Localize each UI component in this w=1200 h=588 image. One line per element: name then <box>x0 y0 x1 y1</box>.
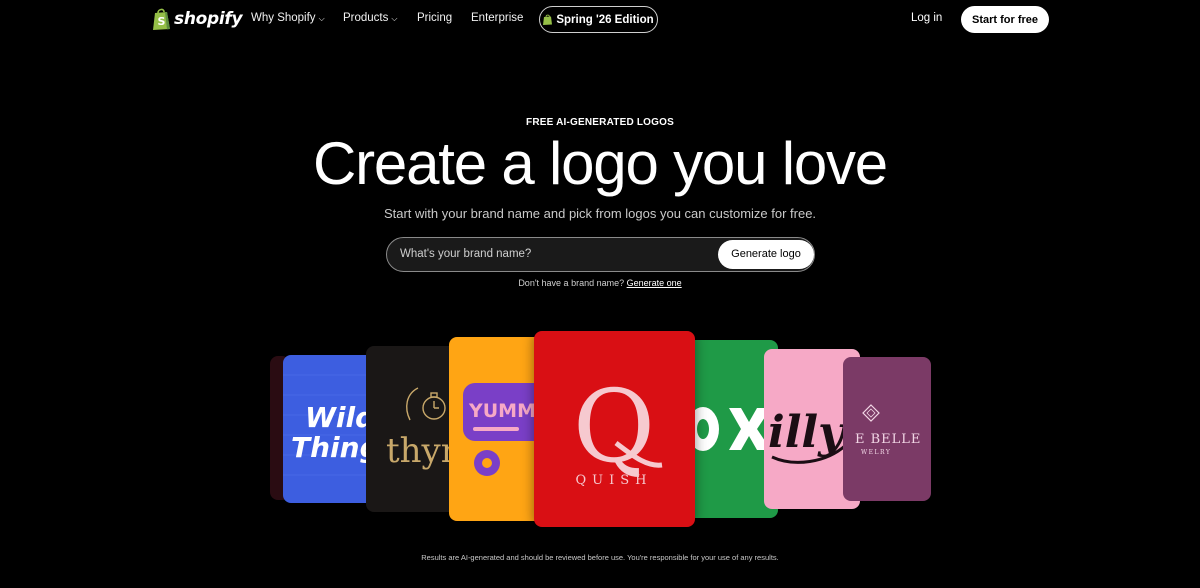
nav-products-label: Products <box>343 12 389 24</box>
things-text: Things <box>291 431 375 464</box>
logo-card-yummy[interactable]: YUMMY <box>449 337 545 521</box>
logo-card-quish[interactable]: Q QUISH <box>534 331 695 527</box>
top-nav: S shopify Why Shopify ⌵ Products ⌵ Prici… <box>0 0 1200 38</box>
nav-why-shopify[interactable]: Why Shopify ⌵ <box>251 12 325 24</box>
chevron-down-icon: ⌵ <box>391 14 398 23</box>
belle-text: E BELLE <box>855 432 921 447</box>
edition-label: Spring '26 Edition <box>556 13 654 26</box>
thyme-logo: thyme <box>386 387 462 471</box>
quish-letter: Q <box>573 368 655 485</box>
generate-one-link[interactable]: Generate one <box>627 278 682 288</box>
logo-card-wild-things[interactable]: Wild Things <box>283 355 375 503</box>
nav-enterprise[interactable]: Enterprise <box>471 12 523 24</box>
quish-logo: Q QUISH <box>573 368 663 488</box>
shopify-bag-icon <box>543 14 553 25</box>
helper-text: Don't have a brand name? Generate one <box>0 278 1200 288</box>
shopify-logo[interactable]: S shopify <box>152 7 243 31</box>
yummy-logo: YUMMY <box>463 383 545 476</box>
start-for-free-button[interactable]: Start for free <box>961 6 1049 33</box>
wild-text: Wild <box>305 401 375 434</box>
nav-enterprise-label: Enterprise <box>471 12 524 24</box>
logo-card-thyme[interactable]: thyme <box>366 346 462 512</box>
brand-name: shopify <box>174 9 243 29</box>
logo-card-belle[interactable]: E BELLE WELRY <box>843 357 931 501</box>
wild-things-logo: Wild Things <box>283 374 375 476</box>
generate-logo-button[interactable]: Generate logo <box>718 239 814 269</box>
chevron-down-icon: ⌵ <box>318 14 325 23</box>
brand-name-input[interactable] <box>400 238 720 270</box>
nav-pricing[interactable]: Pricing <box>417 12 452 24</box>
nav-why-shopify-label: Why Shopify <box>251 12 316 24</box>
disclaimer: Results are AI-generated and should be r… <box>421 553 779 562</box>
belle-logo: E BELLE WELRY <box>855 404 921 456</box>
nav-products[interactable]: Products ⌵ <box>343 12 397 24</box>
shopify-bag-icon: S <box>153 8 170 30</box>
helper-prefix: Don't have a brand name? <box>518 278 625 288</box>
belle-subtext: WELRY <box>861 449 891 456</box>
login-link[interactable]: Log in <box>911 12 942 24</box>
hero-headline: Create a logo you love <box>313 130 888 197</box>
quish-text: QUISH <box>576 473 653 488</box>
edition-pill[interactable]: Spring '26 Edition <box>539 6 658 33</box>
milly-text: illy <box>768 407 847 458</box>
hero-subline: Start with your brand name and pick from… <box>383 206 817 221</box>
svg-text:S: S <box>158 15 166 28</box>
nav-pricing-label: Pricing <box>417 12 453 24</box>
brand-name-form: Generate logo <box>386 237 815 272</box>
